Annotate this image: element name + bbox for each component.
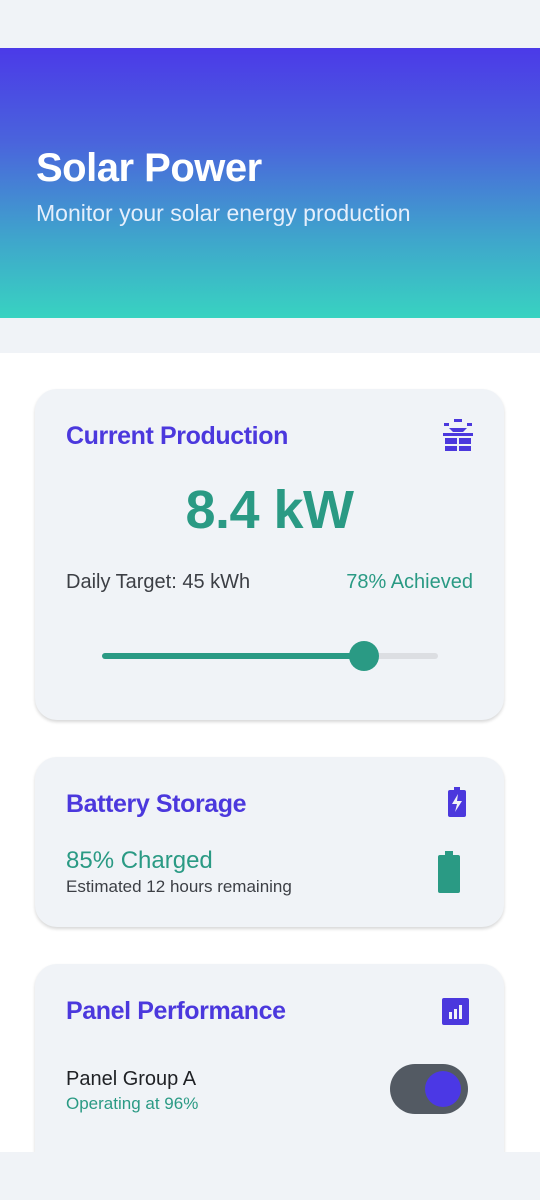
current-production-title: Current Production [66, 422, 288, 450]
battery-charging-icon [448, 787, 466, 822]
battery-storage-title: Battery Storage [66, 790, 247, 818]
battery-charged-label: 85% Charged [66, 847, 213, 874]
page-subtitle: Monitor your solar energy production [36, 200, 411, 226]
achieved-percent-label: 78% Achieved [346, 571, 473, 593]
panel-group-toggle[interactable] [390, 1064, 468, 1114]
panel-performance-card: Panel Performance Panel Group A Operatin… [35, 964, 504, 1152]
battery-full-icon [438, 851, 460, 898]
navigation-bar-area [0, 1152, 540, 1200]
production-slider-fill [102, 653, 365, 659]
header-banner: Solar Power Monitor your solar energy pr… [0, 48, 540, 318]
production-slider[interactable] [102, 641, 438, 671]
battery-remaining-label: Estimated 12 hours remaining [66, 877, 292, 896]
battery-storage-card: Battery Storage 85% Charged Estimated 12… [35, 757, 504, 927]
panel-group-name: Panel Group A [66, 1068, 197, 1090]
panel-performance-title: Panel Performance [66, 997, 286, 1025]
status-bar-area [0, 0, 540, 48]
solar-panel-icon [443, 419, 473, 456]
panel-group-toggle-knob [425, 1071, 461, 1107]
page-title: Solar Power [36, 146, 262, 190]
daily-target-label: Daily Target: 45 kWh [66, 571, 251, 593]
current-production-value: 8.4 kW [185, 480, 354, 540]
bar-chart-icon [442, 998, 469, 1030]
content-area: Current Production 8.4 kW Daily Target: … [0, 353, 540, 1152]
current-production-card: Current Production 8.4 kW Daily Target: … [35, 389, 504, 720]
production-slider-thumb[interactable] [349, 641, 380, 671]
panel-group-status: Operating at 96% [66, 1094, 199, 1113]
